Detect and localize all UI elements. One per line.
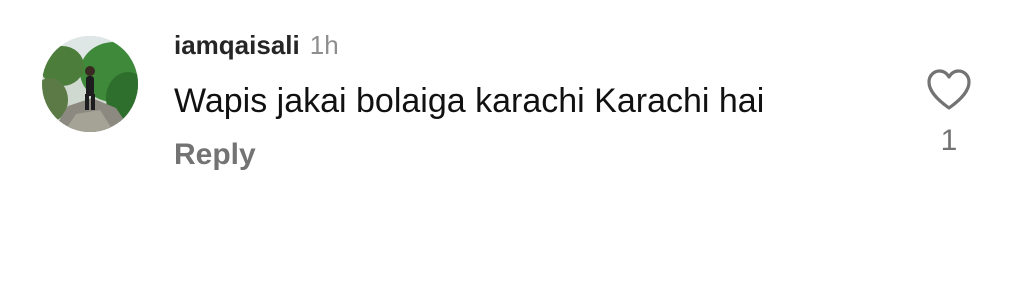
timestamp: 1h <box>309 30 339 60</box>
comment-header: iamqaisali 1h <box>174 30 339 64</box>
username[interactable]: iamqaisali <box>174 30 300 61</box>
like-count: 1 <box>940 124 958 157</box>
reply-button[interactable]: Reply <box>174 138 256 172</box>
heart-outline-icon <box>927 69 971 110</box>
like-button[interactable] <box>926 68 972 112</box>
comment-item: iamqaisali 1h Wapis jakai bolaiga karach… <box>0 0 1024 282</box>
comment-text: Wapis jakai bolaiga karachi Karachi hai <box>174 82 765 120</box>
avatar-photo <box>42 36 138 132</box>
avatar[interactable] <box>42 36 138 132</box>
